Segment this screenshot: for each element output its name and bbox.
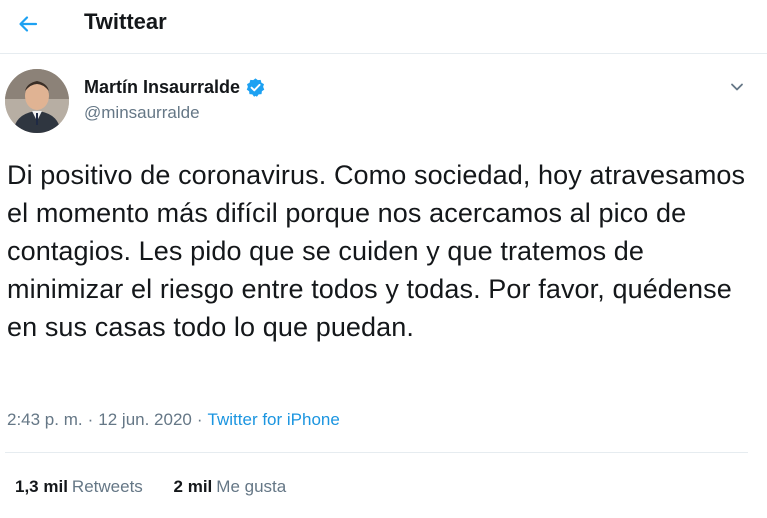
back-button[interactable] [8,4,48,44]
author-row: Martín Insaurralde [84,77,266,98]
likes-label: Me gusta [216,477,287,496]
retweets-count: 1,3 mil [15,477,68,496]
tweet-date[interactable]: 12 jun. 2020 [98,410,192,429]
likes-stat[interactable]: 2 mil Me gusta [174,477,287,497]
tweet-text: Di positivo de coronavirus. Como socieda… [7,160,746,342]
header-bar: Twittear [0,0,767,54]
author-name[interactable]: Martín Insaurralde [84,77,240,98]
meta-separator: · [87,410,94,429]
divider [5,452,748,453]
chevron-down-icon [731,83,743,91]
verified-badge-icon [246,78,265,97]
author-handle[interactable]: @minsaurralde [84,103,200,123]
avatar[interactable] [5,69,69,133]
tweet-source-link[interactable]: Twitter for iPhone [208,410,340,429]
likes-count: 2 mil [173,477,213,496]
retweets-stat[interactable]: 1,3 mil Retweets [15,477,143,497]
meta-separator: · [196,410,203,429]
page-title: Twittear [84,9,167,34]
arrow-left-icon [19,16,38,32]
tweet-stats: 1,3 mil Retweets 2 mil Me gusta [15,477,286,497]
retweets-label: Retweets [71,477,143,496]
avatar-image [5,69,69,133]
tweet-menu-button[interactable] [724,74,750,100]
tweet-time[interactable]: 2:43 p. m. [7,410,83,429]
tweet-meta: 2:43 p. m. · 12 jun. 2020 · Twitter for iPho… [7,410,340,430]
